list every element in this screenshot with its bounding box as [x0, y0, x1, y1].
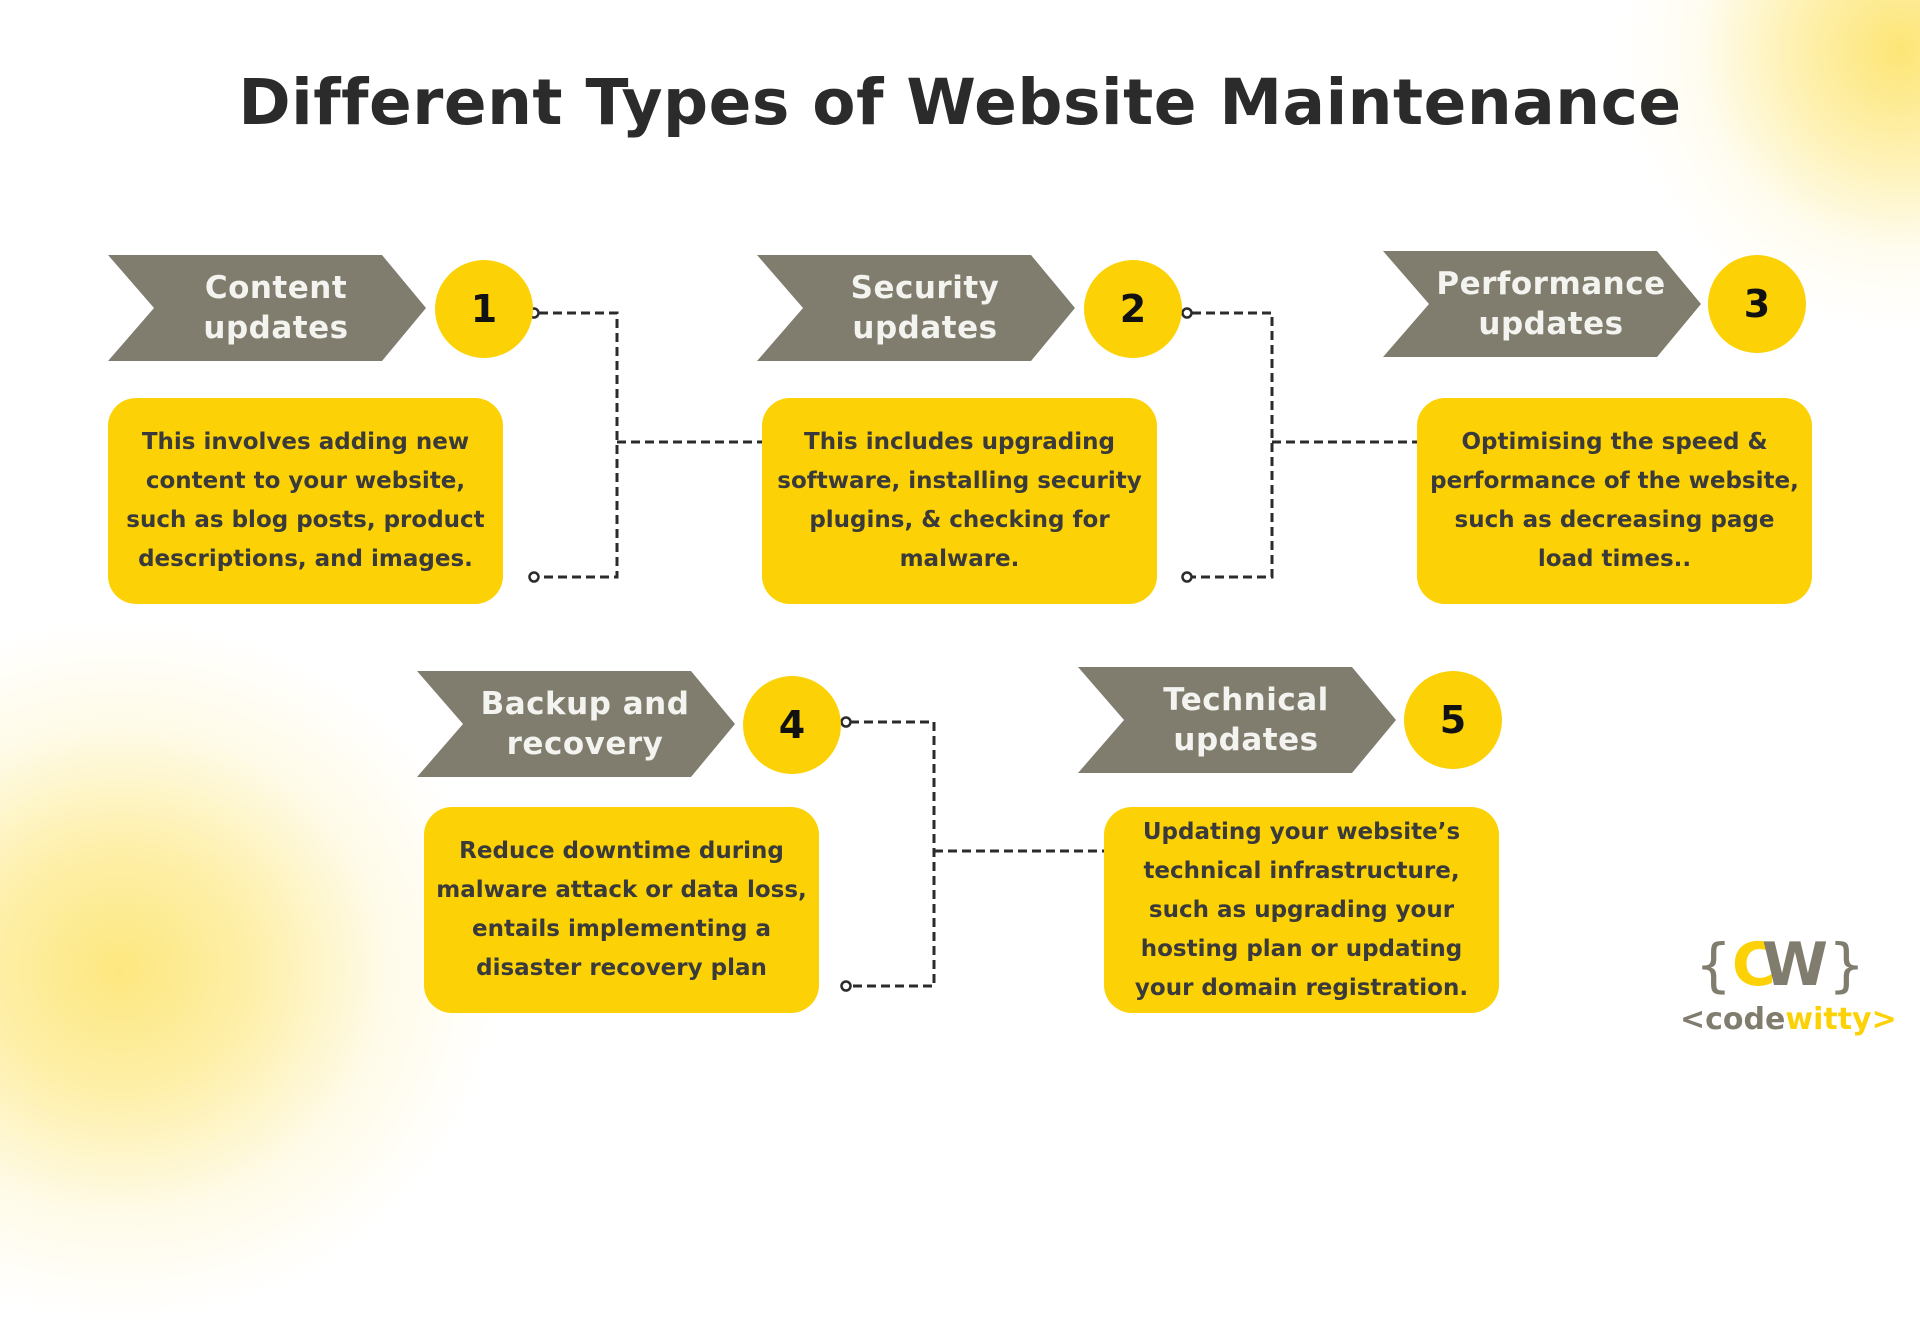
- step-5-description-box: Updating your website’s technical infras…: [1104, 807, 1499, 1013]
- step-1-banner: Content updates: [108, 255, 426, 361]
- step-5-title: Technical updates: [1129, 680, 1345, 760]
- page-title: Different Types of Website Maintenance: [238, 66, 1682, 139]
- connector-node: [1181, 307, 1193, 319]
- step-4-title: Backup and recovery: [447, 684, 706, 764]
- step-4-title-line1: Backup and: [480, 686, 690, 722]
- logo-mark: { C W }: [1680, 930, 1880, 1000]
- connector-4-to-5: [850, 720, 1104, 988]
- step-2-description-box: This includes upgrading software, instal…: [762, 398, 1157, 604]
- step-3-banner: Performance updates: [1383, 251, 1701, 357]
- step-3-description-box: Optimising the speed & performance of th…: [1417, 398, 1812, 604]
- connector-node: [528, 571, 540, 583]
- step-4-number: 4: [778, 703, 806, 747]
- step-1-title-line1: Content: [204, 270, 348, 306]
- step-2-number: 2: [1119, 287, 1147, 331]
- step-2-title-line1: Security: [850, 270, 1000, 306]
- step-1-title: Content updates: [169, 268, 364, 348]
- logo-letter-w: W: [1761, 930, 1829, 1000]
- step-5-number-badge: 5: [1404, 671, 1502, 769]
- step-5-banner: Technical updates: [1078, 667, 1396, 773]
- step-4-description: Reduce downtime during malware attack or…: [436, 838, 807, 981]
- step-2-number-badge: 2: [1084, 260, 1182, 358]
- step-4-title-line2: recovery: [506, 726, 664, 762]
- step-3-number: 3: [1743, 282, 1771, 326]
- connector-2-to-3: [1192, 311, 1417, 579]
- step-3-description: Optimising the speed & performance of th…: [1430, 429, 1799, 572]
- codewitty-logo: { C W } <codewitty>: [1680, 930, 1897, 1045]
- logo-brace-close: }: [1828, 931, 1866, 999]
- logo-wordmark: <codewitty>: [1680, 1000, 1897, 1040]
- connector-1-to-2: [539, 311, 763, 579]
- step-1-title-line2: updates: [203, 310, 349, 346]
- step-1-description-box: This involves adding new content to your…: [108, 398, 503, 604]
- step-2-title: Security updates: [817, 268, 1016, 348]
- step-3-number-badge: 3: [1708, 255, 1806, 353]
- step-3-title-line1: Performance: [1436, 266, 1666, 302]
- step-5-description: Updating your website’s technical infras…: [1134, 818, 1469, 1001]
- step-2-description: This includes upgrading software, instal…: [777, 429, 1142, 572]
- step-1-number-badge: 1: [435, 260, 533, 358]
- step-4-description-box: Reduce downtime during malware attack or…: [424, 807, 819, 1013]
- connector-node: [840, 980, 852, 992]
- step-3-title-line2: updates: [1478, 306, 1624, 342]
- step-1-number: 1: [470, 287, 498, 331]
- connector-node: [1181, 571, 1193, 583]
- logo-word-code: <code: [1680, 1002, 1786, 1037]
- step-1-description: This involves adding new content to your…: [126, 429, 485, 572]
- step-4-banner: Backup and recovery: [417, 671, 735, 777]
- step-5-title-line2: updates: [1173, 722, 1319, 758]
- connector-node: [840, 716, 852, 728]
- step-2-title-line2: updates: [852, 310, 998, 346]
- logo-brace-open: {: [1694, 931, 1732, 999]
- step-5-number: 5: [1439, 698, 1467, 742]
- logo-word-witty: witty>: [1785, 1002, 1897, 1037]
- step-2-banner: Security updates: [757, 255, 1075, 361]
- step-5-title-line1: Technical: [1163, 682, 1329, 718]
- step-4-number-badge: 4: [743, 676, 841, 774]
- step-3-title: Performance updates: [1402, 264, 1681, 344]
